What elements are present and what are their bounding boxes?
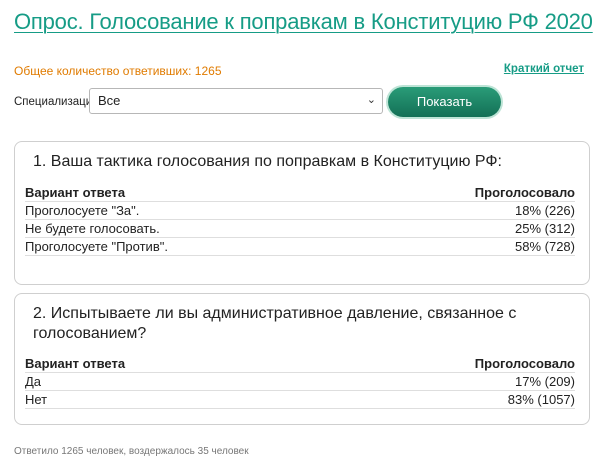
question-card-2: 2. Испытываете ли вы административное да… — [14, 293, 590, 425]
question-title: 1. Ваша тактика голосования по поправкам… — [33, 153, 502, 170]
respondents-count: Общее количество ответивших: 1265 — [14, 64, 222, 78]
answer-cell: Проголосуете "Против". — [25, 239, 168, 254]
show-button[interactable]: Показать — [388, 87, 501, 117]
col-votes-header: Проголосовало — [474, 356, 575, 371]
votes-cell: 17% (209) — [515, 374, 575, 389]
table-row: Проголосуете "Против". 58% (728) — [25, 238, 575, 256]
table-row: Да 17% (209) — [25, 373, 575, 391]
table-header: Вариант ответа Проголосовало — [25, 355, 575, 373]
votes-cell: 18% (226) — [515, 203, 575, 218]
table-row: Не будете голосовать. 25% (312) — [25, 220, 575, 238]
votes-cell: 25% (312) — [515, 221, 575, 236]
specialization-label: Специализация — [14, 96, 99, 108]
results-table: Вариант ответа Проголосовало Да 17% (209… — [25, 355, 575, 409]
question-title: 2. Испытываете ли вы административное да… — [33, 305, 517, 342]
col-answer-header: Вариант ответа — [25, 185, 126, 200]
table-row: Нет 83% (1057) — [25, 391, 575, 409]
answer-cell: Не будете голосовать. — [25, 221, 160, 236]
question-card-1: 1. Ваша тактика голосования по поправкам… — [14, 141, 590, 285]
answer-cell: Нет — [25, 392, 48, 407]
col-votes-header: Проголосовало — [474, 185, 575, 200]
filter-row: Специализация Все ⌄ Показать — [14, 87, 586, 117]
specialization-selected: Все — [98, 93, 121, 108]
short-report-link[interactable]: Краткий отчет — [504, 63, 584, 75]
votes-cell: 83% (1057) — [507, 392, 575, 407]
answer-cell: Да — [25, 374, 42, 389]
table-header: Вариант ответа Проголосовало — [25, 184, 575, 202]
table-row: Проголосуете "За". 18% (226) — [25, 202, 575, 220]
chevron-down-icon: ⌄ — [366, 94, 376, 106]
votes-cell: 58% (728) — [515, 239, 575, 254]
results-table: Вариант ответа Проголосовало Проголосует… — [25, 184, 575, 256]
specialization-select[interactable]: Все ⌄ — [89, 88, 383, 114]
answer-cell: Проголосуете "За". — [25, 203, 140, 218]
col-answer-header: Вариант ответа — [25, 356, 126, 371]
footer-summary: Ответило 1265 человек, воздержалось 35 ч… — [14, 446, 249, 457]
page-title[interactable]: Опрос. Голосование к поправкам в Констит… — [14, 9, 593, 35]
